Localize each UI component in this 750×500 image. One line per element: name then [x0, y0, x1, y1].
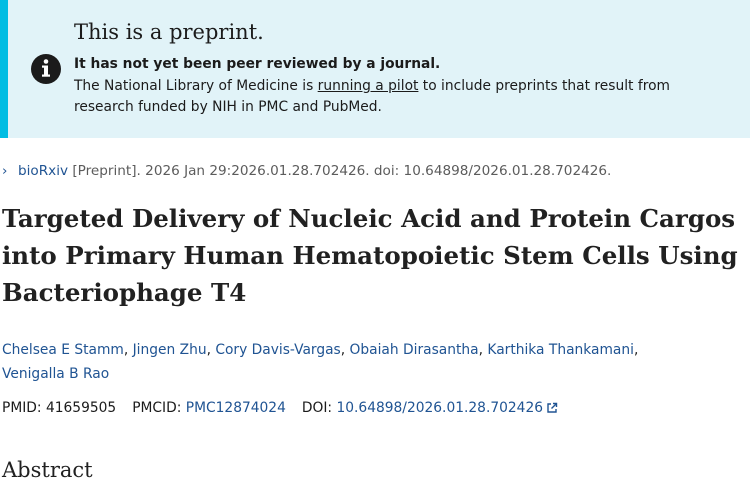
author-list: Chelsea E Stamm, Jingen Zhu, Cory Davis-…	[2, 338, 702, 386]
citation-details: [Preprint]. 2026 Jan 29:2026.01.28.70242…	[68, 163, 612, 179]
author-separator: ,	[340, 342, 350, 358]
external-link-icon	[546, 402, 558, 418]
citation-line: › bioRxiv [Preprint]. 2026 Jan 29:2026.01…	[2, 163, 611, 179]
article-title: Targeted Delivery of Nucleic Acid and Pr…	[2, 204, 738, 307]
banner-heading: This is a preprint.	[74, 20, 264, 44]
identifier-line: PMID: 41659505 PMCID: PMC12874024 DOI: 10.…	[2, 400, 558, 418]
author-separator: ,	[633, 342, 639, 358]
info-icon	[26, 49, 66, 89]
pmcid-link[interactable]: PMC12874024	[186, 400, 286, 416]
pmid-label: PMID:	[2, 400, 46, 416]
author-separator: ,	[123, 342, 133, 358]
author-link[interactable]: Obaiah Dirasantha	[350, 342, 479, 358]
pmid-value: 41659505	[45, 400, 117, 416]
chevron-right-icon: ›	[2, 163, 8, 179]
running-a-pilot-link[interactable]: running a pilot	[318, 78, 419, 94]
journal-link[interactable]: bioRxiv	[18, 163, 68, 179]
author-link[interactable]: Venigalla B Rao	[2, 366, 109, 382]
abstract-heading: Abstract	[2, 458, 93, 482]
preprint-banner: This is a preprint. It has not yet been …	[0, 0, 750, 138]
author-link[interactable]: Cory Davis-Vargas	[215, 342, 340, 358]
doi-value: 10.64898/2026.01.28.702426	[336, 400, 543, 416]
banner-text-before: The National Library of Medicine is	[74, 78, 318, 94]
author-link[interactable]: Karthika Thankamani	[487, 342, 634, 358]
doi-link[interactable]: 10.64898/2026.01.28.702426	[336, 400, 558, 416]
doi-label: DOI:	[301, 400, 337, 416]
author-link[interactable]: Jingen Zhu	[133, 342, 207, 358]
author-link[interactable]: Chelsea E Stamm	[2, 342, 124, 358]
banner-pilot-text: The National Library of Medicine is runn…	[74, 76, 734, 118]
banner-peer-review-notice: It has not yet been peer reviewed by a j…	[74, 56, 441, 72]
pmcid-label: PMCID:	[132, 400, 186, 416]
